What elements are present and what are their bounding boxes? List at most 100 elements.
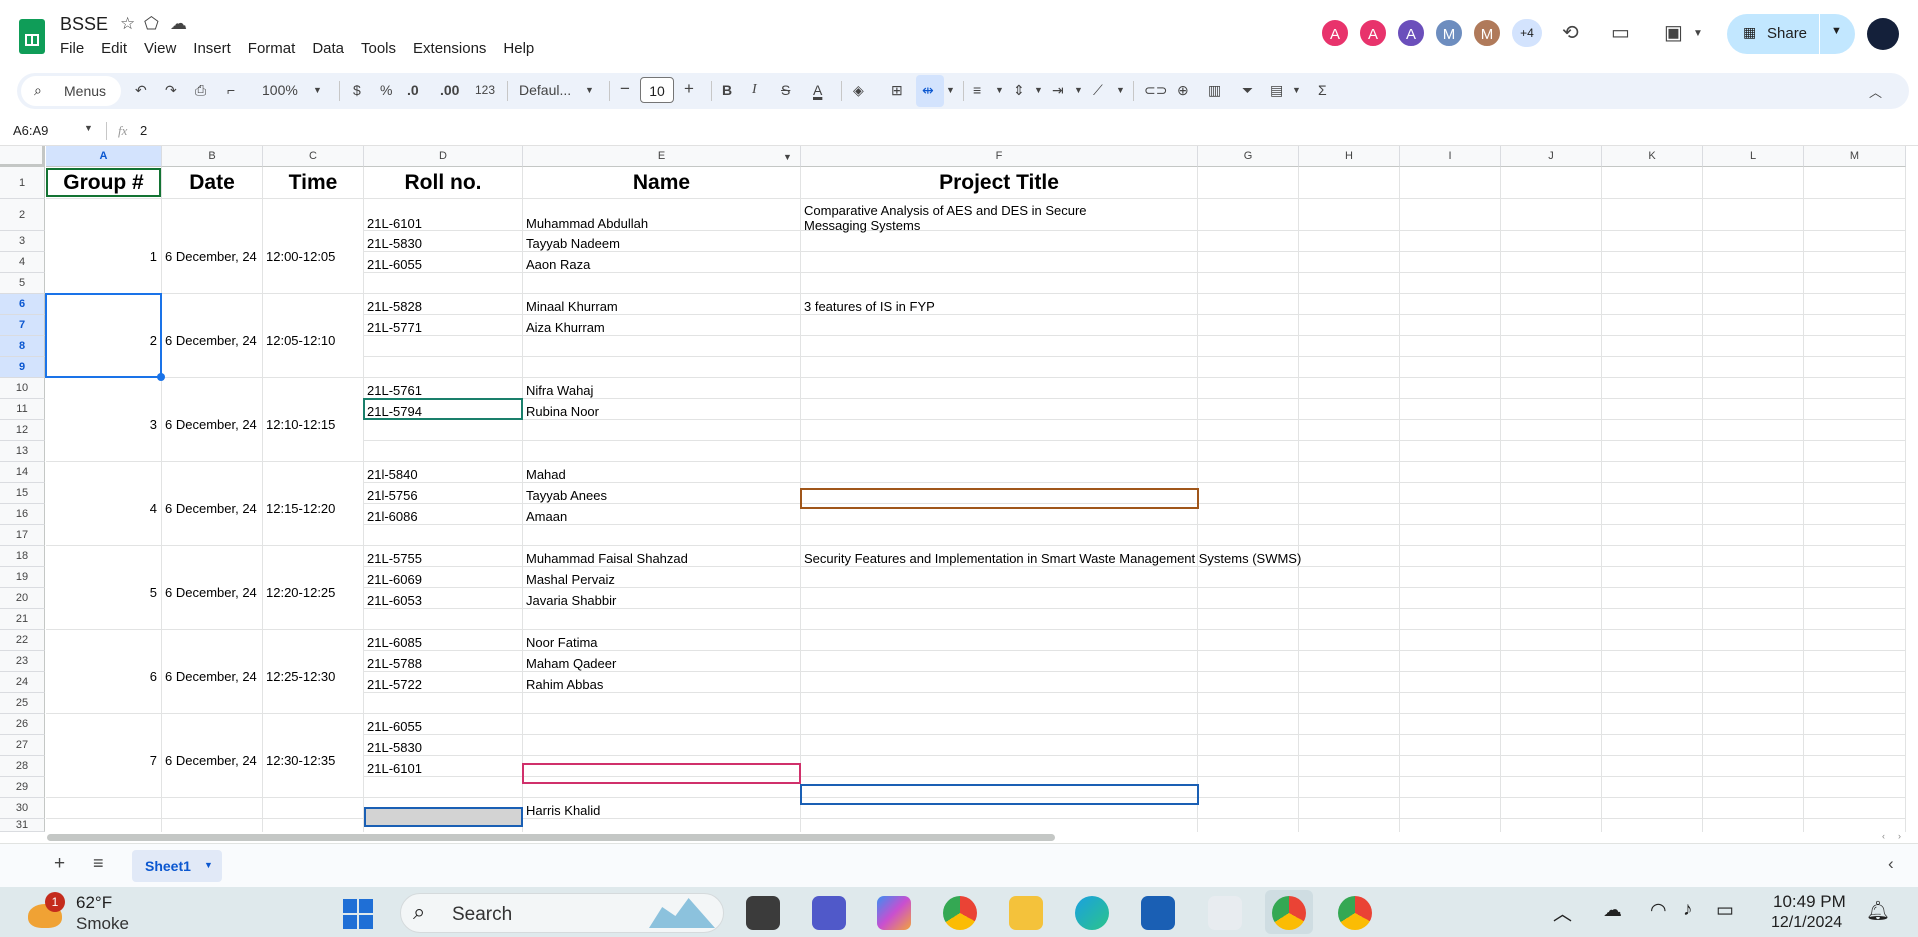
collapse-toolbar-icon[interactable]: ︿ — [1869, 82, 1882, 101]
filter-views-icon[interactable]: ▤ — [1270, 82, 1283, 99]
row-header[interactable]: 19 — [0, 567, 45, 588]
row-header[interactable]: 28 — [0, 756, 45, 777]
header-name[interactable]: Name — [523, 171, 800, 195]
onedrive-icon[interactable]: ☁ — [1603, 899, 1622, 922]
roll-number-cell[interactable]: 21L-5794 — [367, 404, 422, 419]
battery-icon[interactable]: ▭ — [1716, 899, 1734, 922]
row-header[interactable]: 15 — [0, 483, 45, 504]
row-header[interactable]: 7 — [0, 315, 45, 336]
chrome-profile-app-icon[interactable] — [1272, 896, 1306, 930]
app-icon[interactable] — [1208, 896, 1242, 930]
project-title-line[interactable]: Messaging Systems — [804, 218, 920, 233]
group-number[interactable]: 5 — [46, 585, 157, 600]
group-date[interactable]: 6 December, 24 — [165, 249, 257, 264]
row-header[interactable]: 12 — [0, 420, 45, 441]
increase-decimal-button[interactable]: .00 — [440, 82, 459, 98]
borders-icon[interactable]: ⊞ — [891, 82, 903, 99]
insert-comment-icon[interactable]: ⊕ — [1177, 82, 1189, 99]
italic-button[interactable]: I — [752, 82, 757, 98]
student-name-cell[interactable]: Amaan — [526, 509, 567, 524]
student-name-cell[interactable]: Rubina Noor — [526, 404, 599, 419]
column-header-e[interactable]: E — [523, 146, 801, 167]
column-header-l[interactable]: L — [1703, 146, 1804, 167]
row-header[interactable]: 9 — [0, 357, 45, 378]
group-number[interactable]: 1 — [46, 249, 157, 264]
student-name-cell[interactable]: Tayyab Anees — [526, 488, 607, 503]
profile-avatar[interactable] — [1867, 18, 1899, 50]
collaborator-avatar[interactable]: M — [1434, 18, 1464, 48]
wifi-icon[interactable]: ◠ — [1650, 899, 1667, 922]
menu-view[interactable]: View — [144, 40, 176, 57]
roll-number-cell[interactable]: 21L-5771 — [367, 320, 422, 335]
store-app-icon[interactable] — [1141, 896, 1175, 930]
chevron-down-icon[interactable]: ▼ — [1034, 85, 1043, 95]
start-windows-icon[interactable] — [343, 899, 373, 929]
row-header[interactable]: 26 — [0, 714, 45, 735]
group-time[interactable]: 12:05-12:10 — [266, 333, 335, 348]
group-number[interactable]: 3 — [46, 417, 157, 432]
roll-number-cell[interactable]: 21l-5756 — [367, 488, 418, 503]
selected-empty-cell[interactable] — [364, 807, 523, 827]
row-header[interactable]: 16 — [0, 504, 45, 525]
chevron-down-icon[interactable]: ▼ — [946, 85, 955, 95]
column-header-i[interactable]: I — [1400, 146, 1501, 167]
roll-number-cell[interactable]: 21L-6055 — [367, 257, 422, 272]
group-time[interactable]: 12:00-12:05 — [266, 249, 335, 264]
row-header[interactable]: 3 — [0, 231, 45, 252]
notifications-bell-icon[interactable]: 🔔︎ — [1866, 899, 1890, 923]
menus-search[interactable]: ⌕ Menus — [21, 76, 121, 106]
group-number[interactable]: 4 — [46, 501, 157, 516]
selection-fill-handle[interactable] — [157, 373, 165, 381]
roll-number-cell[interactable]: 21L-5722 — [367, 677, 422, 692]
row-header[interactable]: 25 — [0, 693, 45, 714]
chevron-down-icon[interactable]: ▼ — [995, 85, 1004, 95]
more-formats-button[interactable]: 123 — [475, 83, 495, 97]
teams-app-icon[interactable] — [812, 896, 846, 930]
clock-time[interactable]: 10:49 PM — [1773, 892, 1846, 912]
chrome-profile-app-icon[interactable] — [1338, 896, 1372, 930]
roll-number-cell[interactable]: 21L-5788 — [367, 656, 422, 671]
roll-number-cell[interactable]: 21L-5830 — [367, 740, 422, 755]
project-title-line[interactable]: Comparative Analysis of AES and DES in S… — [804, 203, 1087, 218]
header-roll[interactable]: Roll no. — [364, 171, 522, 195]
group-date[interactable]: 6 December, 24 — [165, 417, 257, 432]
row-header[interactable]: 1 — [0, 167, 45, 199]
print-icon[interactable]: ⎙ — [195, 82, 206, 99]
column-header-d[interactable]: D — [364, 146, 523, 167]
all-sheets-icon[interactable]: ≡ — [93, 853, 104, 874]
chevron-down-icon[interactable]: ▼ — [1693, 28, 1703, 39]
name-box[interactable]: A6:A9 — [13, 123, 48, 138]
text-color-button[interactable]: A — [813, 82, 822, 98]
scroll-right-icon[interactable]: › — [1898, 831, 1901, 841]
file-manager-app-icon[interactable] — [746, 896, 780, 930]
group-time[interactable]: 12:20-12:25 — [266, 585, 335, 600]
column-header-c[interactable]: C — [263, 146, 364, 167]
column-menu-chevron-icon[interactable]: ▼ — [783, 152, 792, 162]
version-history-icon[interactable]: ⟲ — [1562, 20, 1579, 45]
column-header-m[interactable]: M — [1804, 146, 1906, 167]
menu-extensions[interactable]: Extensions — [413, 40, 486, 57]
row-header[interactable]: 2 — [0, 199, 45, 231]
student-name-cell[interactable]: Maham Qadeer — [526, 656, 616, 671]
meet-icon[interactable]: ▣ — [1664, 20, 1683, 45]
undo-icon[interactable]: ↶ — [135, 82, 147, 99]
group-time[interactable]: 12:15-12:20 — [266, 501, 335, 516]
insert-link-icon[interactable]: ⊂⊃ — [1144, 82, 1167, 99]
font-size-input[interactable]: 10 — [640, 77, 674, 103]
student-name-cell[interactable]: Muhammad Abdullah — [526, 216, 648, 231]
menu-edit[interactable]: Edit — [101, 40, 127, 57]
chevron-down-icon[interactable]: ▼ — [204, 860, 213, 870]
percent-format-button[interactable]: % — [380, 82, 392, 98]
chrome-app-icon[interactable] — [943, 896, 977, 930]
row-header[interactable]: 14 — [0, 462, 45, 483]
column-header-f[interactable]: F — [801, 146, 1198, 167]
chevron-down-icon[interactable]: ▼ — [1292, 85, 1301, 95]
menu-format[interactable]: Format — [248, 40, 296, 57]
group-date[interactable]: 6 December, 24 — [165, 585, 257, 600]
group-number[interactable]: 7 — [46, 753, 157, 768]
more-collaborators-badge[interactable]: +4 — [1512, 19, 1542, 47]
chevron-down-icon[interactable]: ▼ — [1074, 85, 1083, 95]
chevron-down-icon[interactable]: ▼ — [313, 85, 322, 95]
row-header[interactable]: 20 — [0, 588, 45, 609]
star-icon[interactable]: ☆ — [120, 14, 135, 34]
